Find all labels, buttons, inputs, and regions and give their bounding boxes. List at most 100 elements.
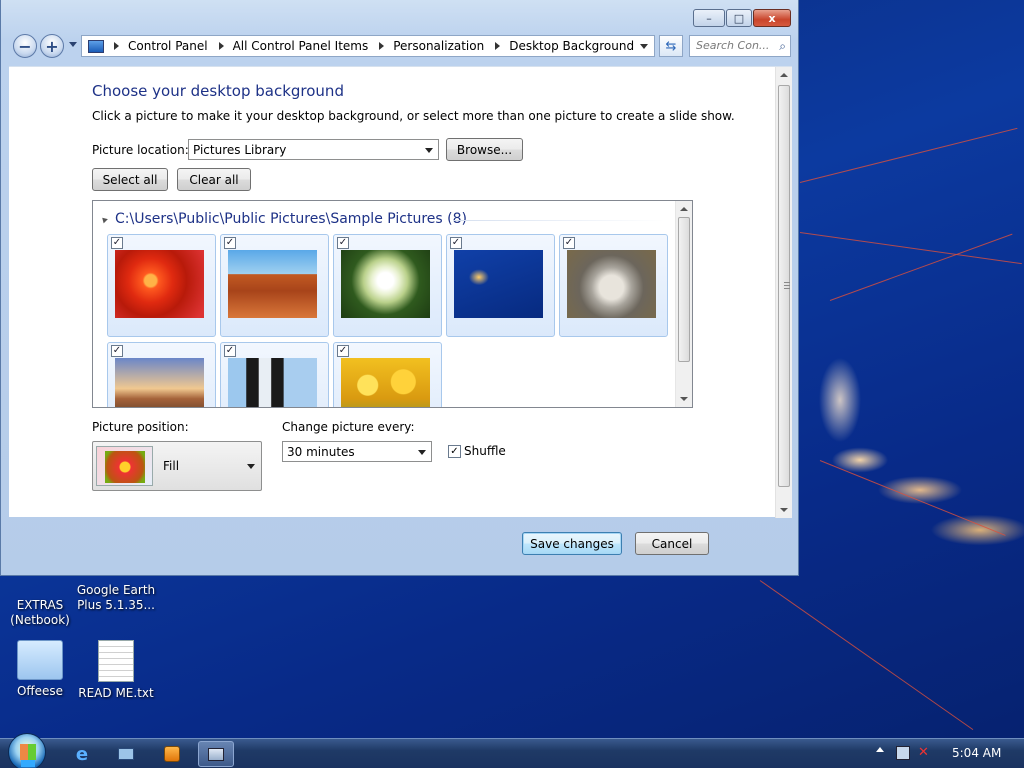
page-subtitle: Click a picture to make it your desktop …: [92, 109, 735, 123]
change-picture-label: Change picture every:: [282, 420, 415, 434]
refresh-button[interactable]: ⇆: [659, 35, 683, 57]
scroll-down-icon[interactable]: [680, 397, 688, 401]
desktop-icon-extras[interactable]: EXTRAS (Netbook): [0, 583, 80, 628]
chevron-down-icon: [247, 464, 255, 469]
picture-checkbox[interactable]: ✓: [224, 237, 236, 249]
search-input[interactable]: Search Con... ⌕: [689, 35, 791, 57]
folder-icon: [17, 640, 63, 680]
picture-checkbox[interactable]: ✓: [337, 237, 349, 249]
picture-checkbox[interactable]: ✓: [224, 345, 236, 357]
page-title: Choose your desktop background: [92, 82, 344, 100]
breadcrumb-personalization[interactable]: Personalization: [393, 39, 484, 53]
change-picture-select[interactable]: 30 minutes: [282, 441, 432, 462]
picture-checkbox[interactable]: ✓: [450, 237, 462, 249]
content-scrollbar[interactable]: [775, 67, 792, 518]
taskbar-media-player[interactable]: [154, 741, 190, 767]
group-header[interactable]: C:\Users\Public\Public Pictures\Sample P…: [100, 211, 467, 227]
internet-explorer-icon: e: [75, 743, 89, 765]
wallpaper-tendril: [799, 127, 1018, 183]
breadcrumb-separator-icon[interactable]: [495, 42, 501, 50]
back-button[interactable]: −: [13, 34, 37, 58]
picture-tile-jellyfish[interactable]: ✓: [446, 234, 555, 337]
clear-all-button[interactable]: Clear all: [177, 168, 251, 191]
picture-tile-desert[interactable]: ✓: [220, 234, 329, 337]
desktop-icon-label: Google Earth Plus 5.1.35...: [76, 583, 156, 612]
picture-tile-lighthouse[interactable]: ✓: [107, 342, 216, 407]
picture-tile-hydrangeas[interactable]: ✓: [333, 234, 442, 337]
picture-tile-tulips[interactable]: ✓: [333, 342, 442, 407]
save-changes-button[interactable]: Save changes: [522, 532, 622, 555]
back-arrow-icon: −: [18, 36, 32, 56]
wallpaper-tendril: [799, 232, 1022, 265]
close-button[interactable]: x: [753, 9, 791, 27]
wallpaper-tendril: [829, 233, 1013, 301]
lighthouse-thumbnail: [115, 358, 204, 407]
picture-gallery: C:\Users\Public\Public Pictures\Sample P…: [92, 200, 693, 408]
desktop-icon-label: Offeese: [16, 684, 64, 698]
group-divider: [453, 220, 665, 221]
tulips-thumbnail: [341, 358, 430, 407]
desktop-icon-offeese[interactable]: Offeese: [0, 640, 80, 699]
picture-tile-koala[interactable]: ✓: [559, 234, 668, 337]
forward-button[interactable]: +: [40, 34, 64, 58]
start-button[interactable]: [8, 733, 46, 768]
breadcrumb-desktop-background[interactable]: Desktop Background: [509, 39, 634, 53]
shuffle-checkbox[interactable]: ✓: [448, 445, 461, 458]
picture-tile-penguins[interactable]: ✓: [220, 342, 329, 407]
maximize-button[interactable]: □: [726, 9, 752, 27]
caption-buttons: – □ x: [693, 9, 791, 27]
chevron-down-icon: [418, 450, 426, 455]
content-scroll-thumb[interactable]: [778, 85, 790, 487]
gallery-scroll-thumb[interactable]: [678, 217, 690, 362]
address-history-dropdown[interactable]: [640, 44, 648, 49]
picture-tile-chrysanthemum[interactable]: ✓: [107, 234, 216, 337]
network-disconnected-icon[interactable]: ✕: [918, 745, 929, 760]
group-path: C:\Users\Public\Public Pictures\Sample P…: [115, 211, 467, 227]
desktop-icon-google-earth[interactable]: Google Earth Plus 5.1.35...: [76, 583, 156, 613]
picture-checkbox[interactable]: ✓: [563, 237, 575, 249]
text-file-icon: [98, 640, 134, 682]
breadcrumb-separator-icon[interactable]: [114, 42, 119, 50]
gallery-scrollbar[interactable]: [675, 201, 692, 407]
collapse-triangle-icon[interactable]: [100, 215, 108, 223]
breadcrumb-all-items[interactable]: All Control Panel Items: [233, 39, 369, 53]
control-panel-icon: [88, 39, 104, 53]
picture-position-select[interactable]: Fill: [92, 441, 262, 491]
breadcrumb-control-panel[interactable]: Control Panel: [128, 39, 208, 53]
scroll-up-icon[interactable]: [680, 207, 688, 211]
scroll-down-icon[interactable]: [780, 508, 788, 512]
scroll-up-icon[interactable]: [780, 73, 788, 77]
browse-button[interactable]: Browse...: [446, 138, 523, 161]
minimize-button[interactable]: –: [693, 9, 725, 27]
select-all-button[interactable]: Select all: [92, 168, 168, 191]
dialog-button-bar: Save changes Cancel: [9, 517, 792, 567]
show-hidden-icons-icon[interactable]: [876, 747, 884, 752]
picture-checkbox[interactable]: ✓: [111, 345, 123, 357]
taskbar-network-tool[interactable]: [108, 741, 144, 767]
desert-thumbnail: [228, 250, 317, 318]
taskbar-internet-explorer[interactable]: e: [64, 741, 100, 767]
breadcrumb-separator-icon[interactable]: [218, 42, 224, 50]
picture-location-value: Pictures Library: [193, 143, 287, 157]
wallpaper-tendril: [759, 580, 974, 731]
address-bar[interactable]: Control Panel All Control Panel Items Pe…: [81, 35, 655, 57]
windows-logo-icon: [20, 744, 36, 760]
jellyfish-thumbnail: [454, 250, 543, 318]
clock[interactable]: 5:04 AM: [952, 746, 1001, 760]
search-icon[interactable]: ⌕: [779, 39, 786, 54]
picture-checkbox[interactable]: ✓: [111, 237, 123, 249]
taskbar-control-panel[interactable]: [198, 741, 234, 767]
shuffle-label[interactable]: Shuffle: [464, 444, 506, 458]
recent-pages-dropdown[interactable]: [69, 42, 77, 47]
hydrangeas-thumbnail: [341, 250, 430, 318]
cancel-button[interactable]: Cancel: [635, 532, 709, 555]
picture-location-select[interactable]: Pictures Library: [188, 139, 439, 160]
chevron-down-icon: [425, 148, 433, 153]
change-picture-value: 30 minutes: [287, 445, 355, 459]
forward-arrow-icon: +: [45, 36, 59, 56]
picture-checkbox[interactable]: ✓: [337, 345, 349, 357]
notification-area: ✕ 5:04 AM: [864, 739, 1024, 768]
breadcrumb-separator-icon[interactable]: [379, 42, 385, 50]
desktop-icon-readme[interactable]: READ ME.txt: [76, 640, 156, 701]
action-center-icon[interactable]: [896, 746, 910, 760]
